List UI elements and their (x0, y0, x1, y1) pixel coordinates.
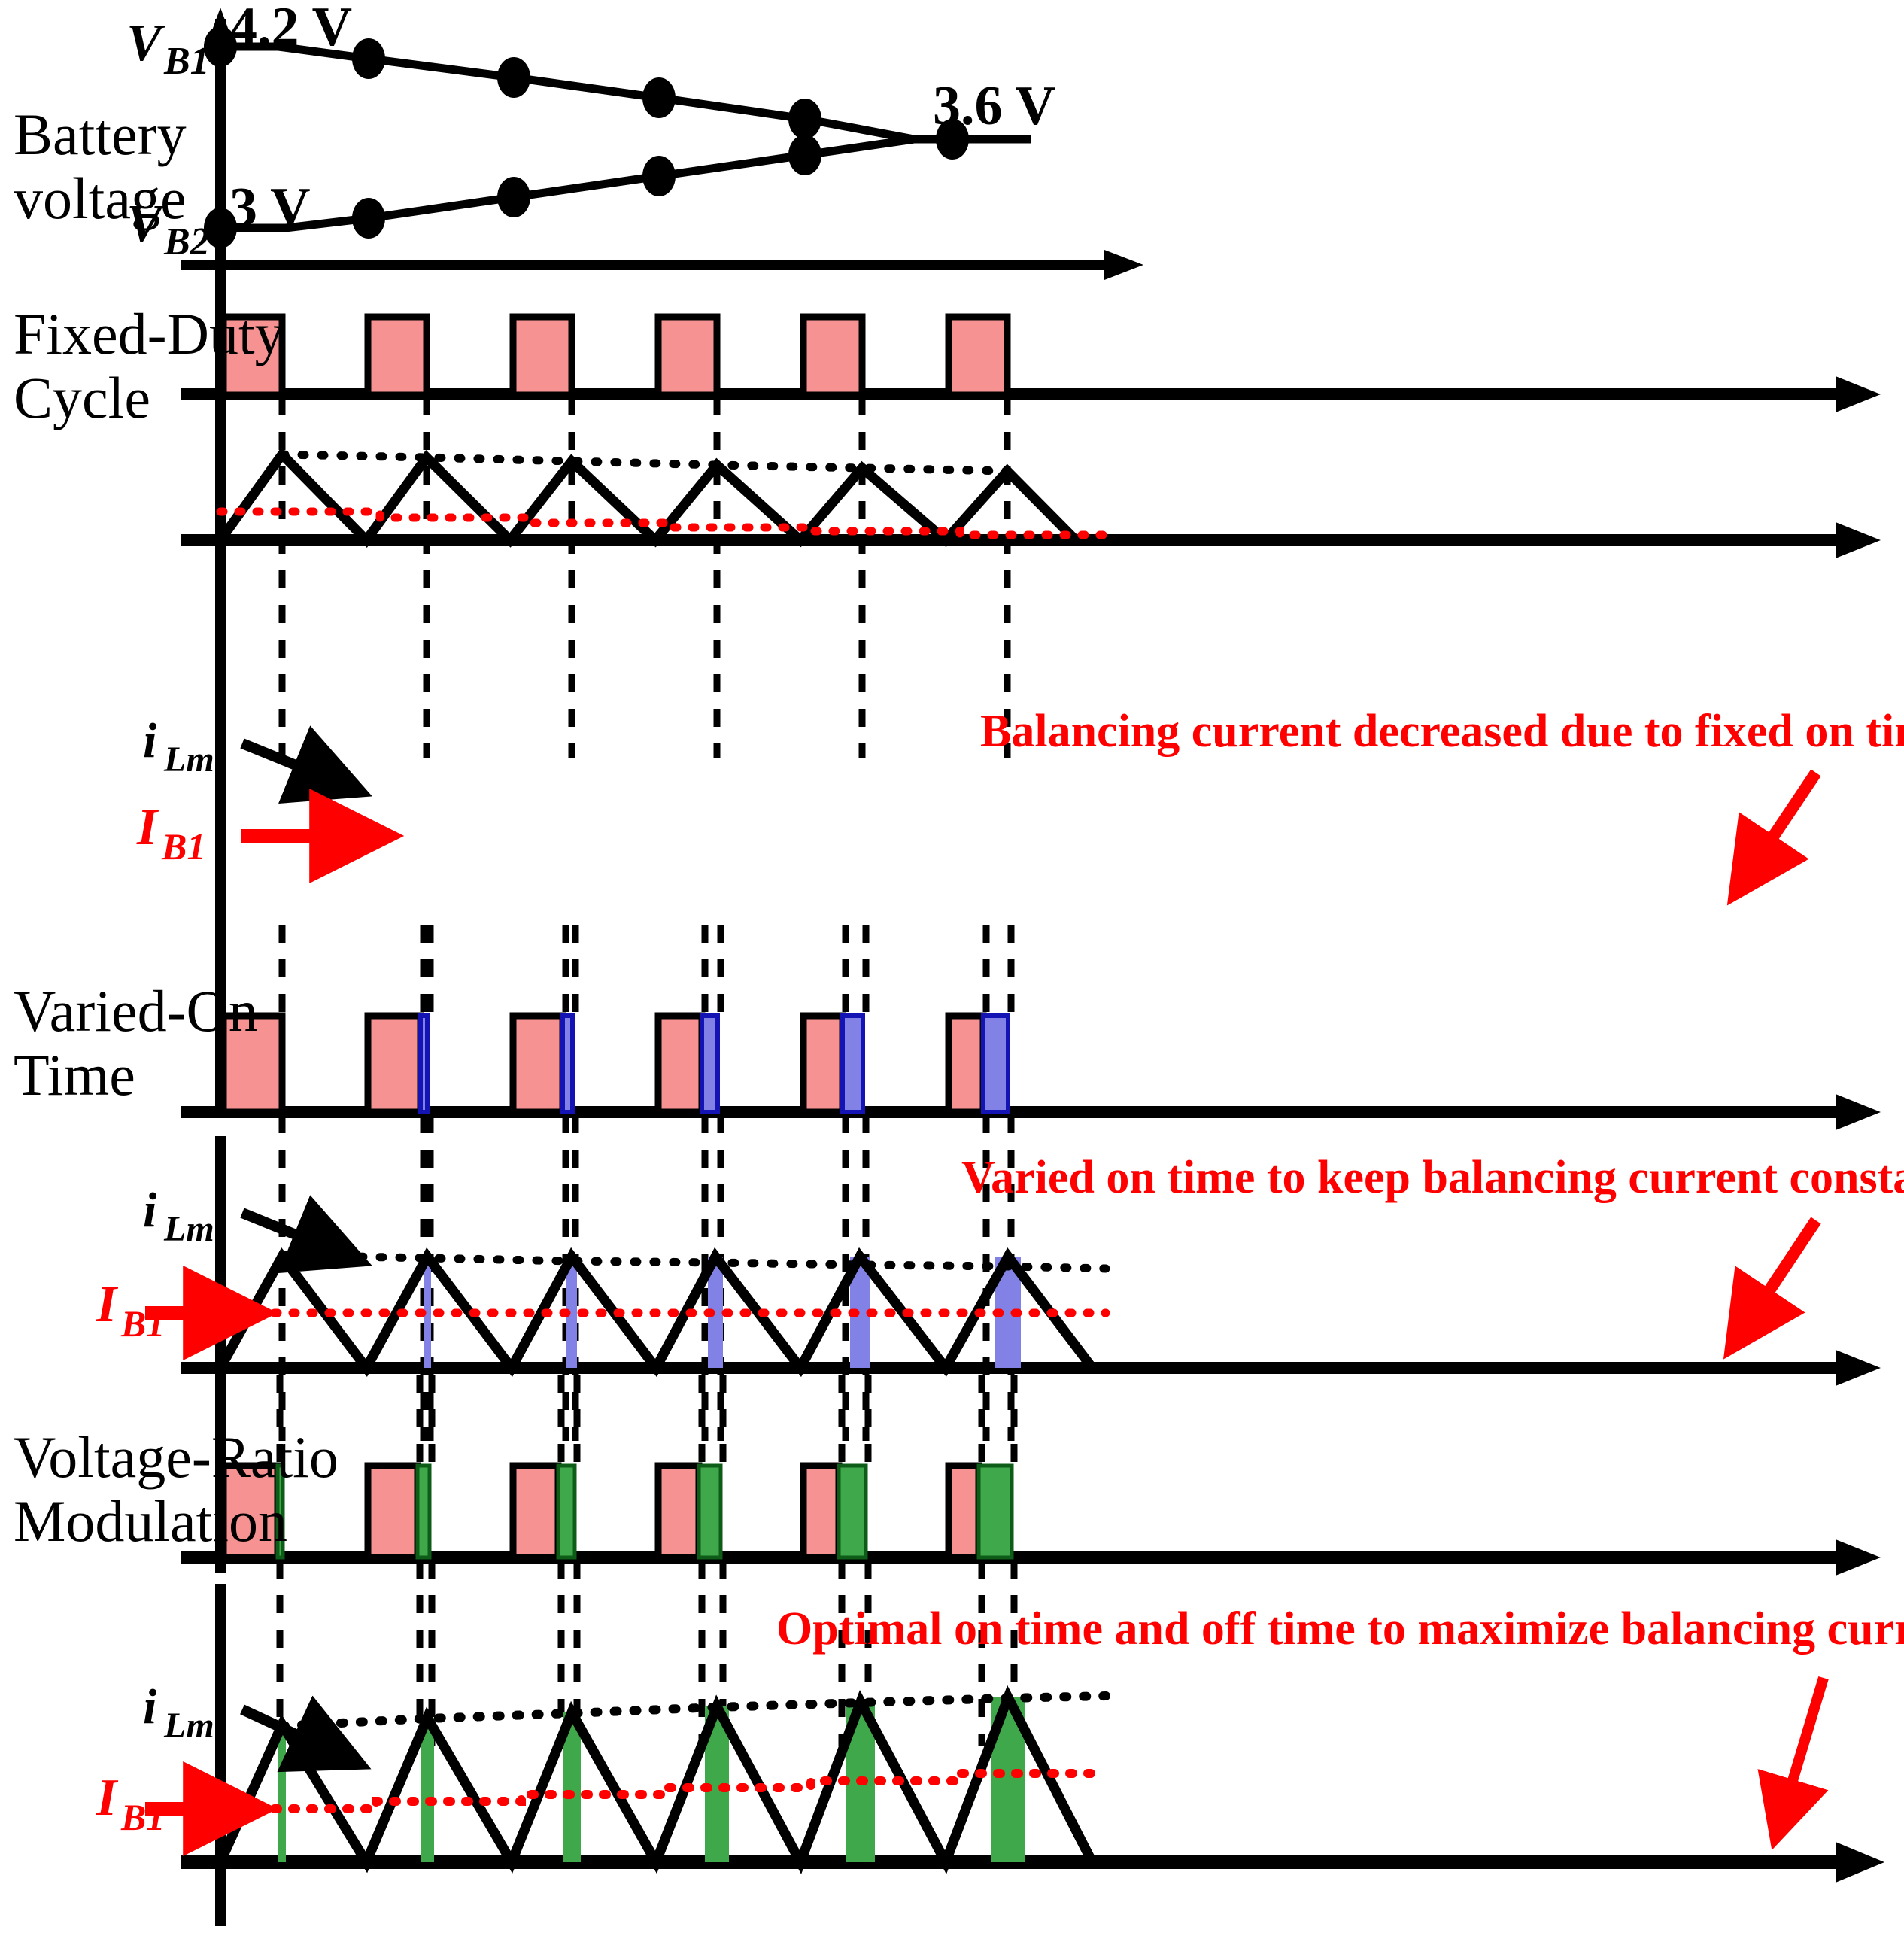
background (0, 0, 1904, 1951)
row-label-vrm-line1: Voltage-Ratio (14, 1424, 339, 1490)
annotation-varied-on: Varied on time to keep balancing current… (961, 1152, 1904, 1203)
vb2-label: V (126, 195, 165, 253)
row-label-battery-voltage-line1: Battery (14, 102, 187, 167)
figure-canvas: Battery voltage V B1 V B2 4.2 V 3 V 3.6 … (0, 0, 1904, 1951)
annotation-vrm: Optimal on time and off time to maximize… (776, 1603, 1904, 1655)
row-label-varied-on-line2: Time (14, 1042, 135, 1108)
ilm-label-2-sub: Lm (163, 1209, 214, 1249)
ib1-label-2-sub: B1 (120, 1302, 165, 1345)
ilm-label-1: i (143, 713, 157, 768)
ib1-label-3-sub: B1 (120, 1796, 165, 1838)
annotation-fixed-duty: Balancing current decreased due to fixed… (980, 706, 1904, 757)
ib1-label-3: I (96, 1769, 119, 1827)
vb1-label-sub: B1 (163, 40, 210, 83)
vb1-label: V (126, 14, 165, 72)
ib1-label-1: I (136, 798, 159, 856)
ib1-label-1-sub: B1 (161, 825, 205, 868)
row-label-varied-on-line1: Varied-On (14, 978, 258, 1044)
ib1-label-2: I (96, 1275, 119, 1333)
ilm-label-2: i (143, 1183, 157, 1238)
row-label-vrm-line2: Modulation (14, 1488, 287, 1554)
vb2-label-sub: B2 (163, 220, 210, 263)
voltage-top-label: 4.2 V (229, 0, 352, 58)
row-label-fixed-duty-line1: Fixed-Duty (14, 301, 284, 366)
voltage-bottom-label: 3 V (229, 177, 311, 239)
waveform-diagram: Battery voltage V B1 V B2 4.2 V 3 V 3.6 … (0, 0, 1904, 1951)
voltage-converge-label: 3.6 V (933, 75, 1055, 137)
row-label-fixed-duty-line2: Cycle (14, 365, 150, 430)
ilm-label-1-sub: Lm (163, 740, 214, 779)
ilm-label-3: i (143, 1679, 157, 1734)
ilm-label-3-sub: Lm (163, 1706, 214, 1746)
